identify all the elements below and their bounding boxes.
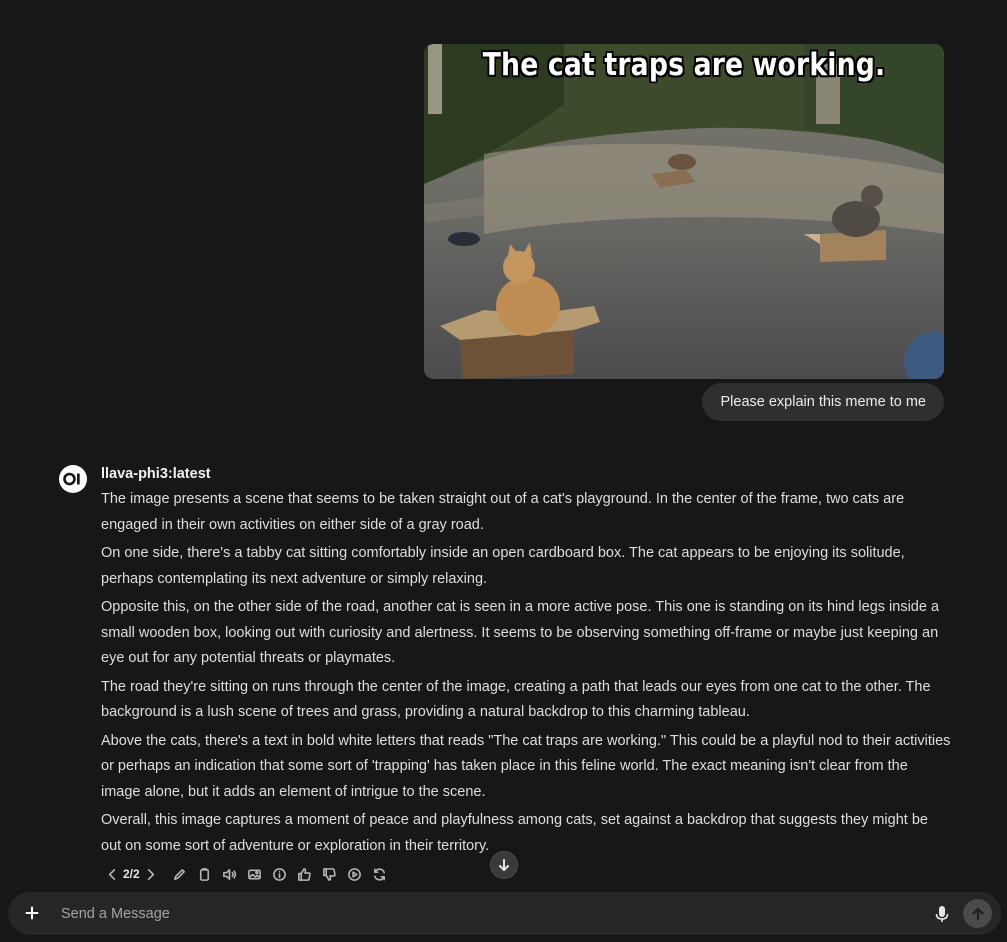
response-paragraph: On one side, there's a tabby cat sitting… <box>101 545 905 587</box>
response-paragraph: Above the cats, there's a text in bold w… <box>101 732 951 800</box>
pager-count: 2/2 <box>123 867 140 881</box>
thumbs-down-icon[interactable] <box>322 866 338 882</box>
copy-icon[interactable] <box>197 866 213 882</box>
meme-caption: The cat traps are working. <box>482 47 886 83</box>
response-actions: 2/2 <box>104 864 388 884</box>
response-paragraph: The image presents a scene that seems to… <box>101 491 905 533</box>
user-uploaded-image[interactable]: The cat traps are working. <box>424 44 944 379</box>
response-paragraph: Overall, this image captures a moment of… <box>101 812 928 854</box>
user-message-bubble: Please explain this meme to me <box>702 383 944 421</box>
send-button[interactable] <box>963 899 992 928</box>
response-paragraph: The road they're sitting on runs through… <box>101 678 931 721</box>
meme-photo <box>424 44 944 379</box>
chevron-right-icon[interactable] <box>143 866 159 882</box>
chat-area: The cat traps are working. Please explai… <box>0 0 1007 885</box>
open-webui-logo-icon <box>63 472 80 486</box>
scroll-to-bottom-button[interactable] <box>490 851 518 879</box>
thumbs-up-icon[interactable] <box>297 866 313 882</box>
play-icon[interactable] <box>347 866 363 882</box>
image-icon[interactable] <box>247 866 263 882</box>
model-name: llava-phi3:latest <box>101 466 211 482</box>
assistant-response: The image presents a scene that seems to… <box>101 487 951 862</box>
response-paragraph: Opposite this, on the other side of the … <box>101 599 940 666</box>
response-pager: 2/2 <box>104 866 159 882</box>
chevron-left-icon[interactable] <box>104 866 120 882</box>
microphone-icon[interactable] <box>934 904 950 924</box>
message-input[interactable] <box>59 898 913 930</box>
edit-icon[interactable] <box>172 866 188 882</box>
model-avatar <box>59 465 87 493</box>
regenerate-icon[interactable] <box>372 866 388 882</box>
message-composer <box>8 892 1001 935</box>
info-icon[interactable] <box>272 866 288 882</box>
plus-icon[interactable] <box>22 903 42 923</box>
arrow-down-icon <box>499 859 509 871</box>
speaker-icon[interactable] <box>222 866 238 882</box>
arrow-up-icon <box>971 907 984 920</box>
